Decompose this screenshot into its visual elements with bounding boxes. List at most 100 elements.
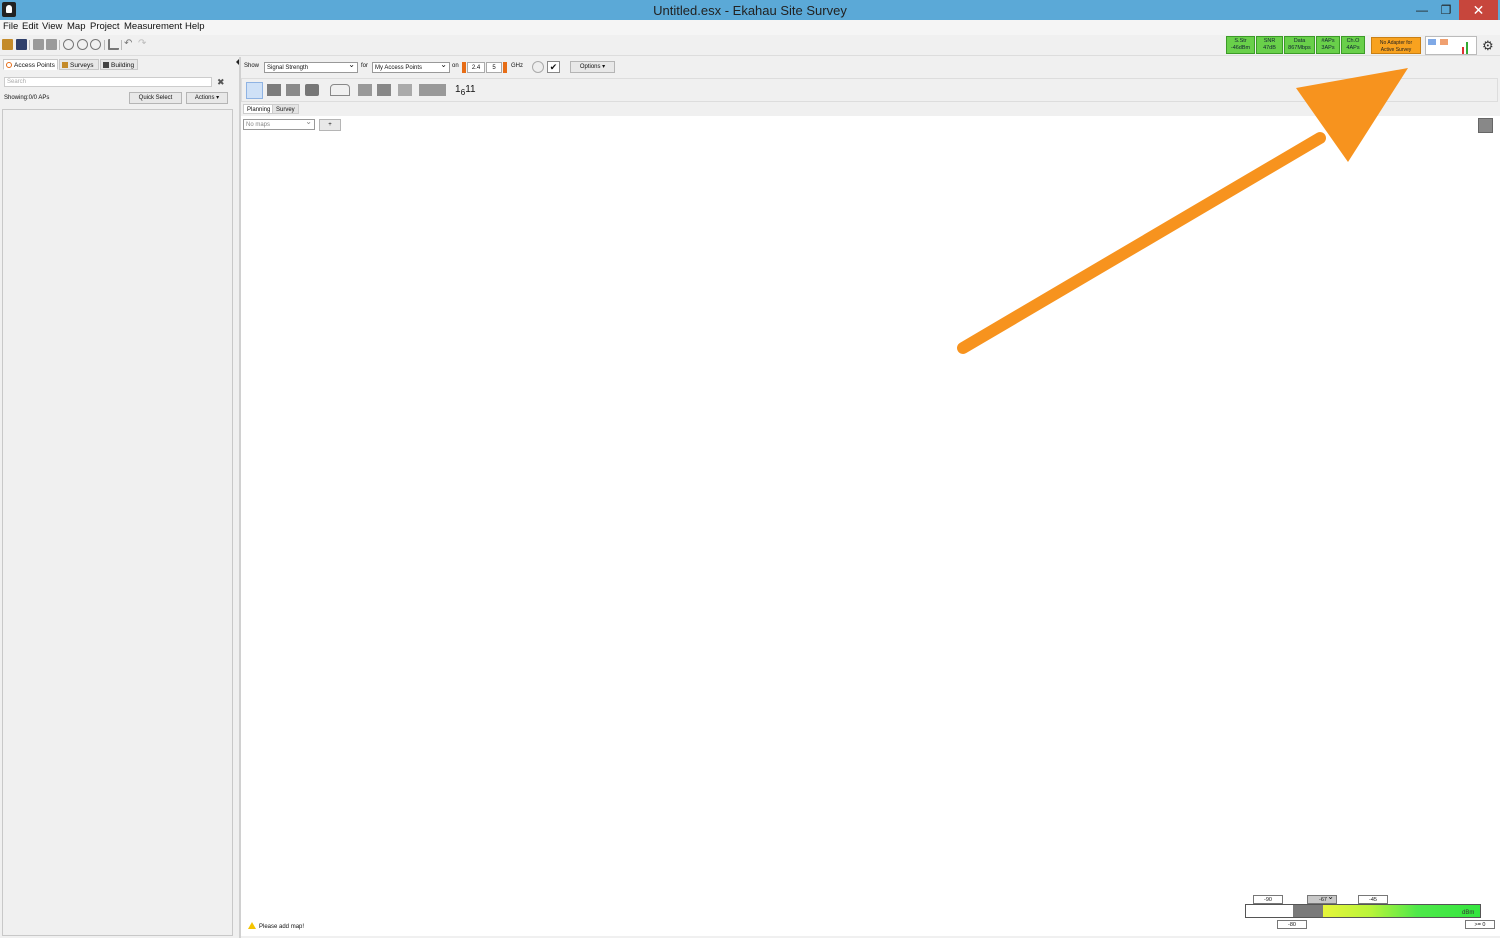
zoom-in-icon[interactable] (77, 39, 88, 50)
ghz-label: GHz (511, 63, 523, 69)
menu-bar: File Edit View Map Project Measurement H… (0, 20, 1500, 35)
status-value: 4APs (1346, 45, 1360, 51)
visualization-select[interactable]: Signal Strength (264, 60, 358, 73)
status-label: #APs (1321, 38, 1335, 44)
tab-planning[interactable]: Planning (243, 104, 275, 114)
brick-wall-icon[interactable] (286, 84, 300, 96)
adapter-status[interactable]: No Adapter for Active Survey (1371, 37, 1421, 54)
undo-icon[interactable]: ↶ (124, 39, 135, 50)
tab-building[interactable]: Building (100, 59, 138, 70)
print-icon[interactable] (46, 39, 57, 50)
delete-areas-icon[interactable] (419, 84, 446, 96)
status-value: 867Mbps (1288, 45, 1311, 51)
refresh-icon[interactable] (532, 61, 544, 73)
map-tools: 1611 (241, 78, 1498, 102)
for-label: for (361, 63, 369, 69)
signal-bar-icon (1462, 47, 1464, 54)
menu-file[interactable]: File (3, 21, 18, 32)
options-button[interactable]: Options ▾ (570, 61, 615, 73)
wall-tool-icon[interactable] (267, 84, 281, 96)
attenuation-area-icon[interactable] (358, 84, 372, 96)
tab-label: Access Points (14, 62, 55, 69)
chart-icon[interactable] (108, 39, 119, 50)
band-5-swatch (503, 62, 507, 73)
tab-survey[interactable]: Survey (272, 104, 299, 114)
minimize-button[interactable]: — (1410, 0, 1434, 20)
tab-access-points[interactable]: Access Points (3, 59, 58, 70)
open-icon[interactable] (2, 39, 13, 50)
survey-icon (62, 62, 68, 68)
actions-button[interactable]: Actions ▾ (186, 92, 228, 104)
legend-unit: dBm (1462, 910, 1475, 916)
toolbar-separator (59, 40, 60, 50)
checkbox-icon[interactable]: ✔ (547, 61, 560, 73)
legend-high-tag[interactable]: >= 0 (1465, 920, 1495, 929)
search-input[interactable]: Search (4, 77, 212, 87)
building-icon (103, 62, 109, 68)
on-label: on (452, 63, 459, 69)
menu-help[interactable]: Help (185, 21, 205, 32)
ap-count-status[interactable]: #APs 3APs (1316, 36, 1340, 54)
status-value: 47dB (1263, 45, 1276, 51)
redo-icon[interactable]: ↷ (138, 39, 149, 50)
status-label: SNR (1263, 38, 1276, 44)
export-icon[interactable] (33, 39, 44, 50)
band-24-toggle[interactable]: 2.4 (467, 62, 485, 73)
data-rate-status[interactable]: Data 867Mbps (1284, 36, 1315, 54)
show-label: Show (244, 63, 260, 69)
zoom-out-icon[interactable] (90, 39, 101, 50)
legend-low-tag[interactable]: -80 (1277, 920, 1307, 929)
channel-tool-icon[interactable]: 1611 (455, 84, 482, 97)
area-tool-icon[interactable] (330, 84, 350, 96)
title-bar: Untitled.esx - Ekahau Site Survey — ❐ ✕ (0, 0, 1500, 20)
zoom-fit-icon[interactable] (63, 39, 74, 50)
visualization-controls: Show Signal Strength for My Access Point… (241, 57, 1500, 77)
access-point-icon (6, 62, 12, 68)
clear-search-icon[interactable]: ✖ (217, 77, 225, 88)
tab-label: Surveys (70, 62, 94, 69)
gear-icon[interactable]: ⚙ (1482, 38, 1494, 54)
close-button[interactable]: ✕ (1459, 0, 1498, 20)
menu-map[interactable]: Map (67, 21, 85, 32)
tab-surveys[interactable]: Surveys (59, 59, 99, 70)
menu-measurement[interactable]: Measurement (124, 21, 182, 32)
menu-edit[interactable]: Edit (22, 21, 38, 32)
legend-grey-segment (1293, 905, 1323, 917)
band-24-swatch (462, 62, 466, 73)
tab-label: Building (111, 62, 135, 69)
map-canvas[interactable] (241, 116, 1500, 936)
band-indicator[interactable] (1425, 36, 1477, 55)
signal-strength-status[interactable]: S.Str -46dBm (1226, 36, 1255, 54)
legend-min-tag[interactable]: -90 (1253, 895, 1283, 904)
status-value: -46dBm (1230, 45, 1251, 51)
channel-overlap-status[interactable]: Ch.O 4APs (1341, 36, 1365, 54)
status-label: S.Str (1234, 38, 1247, 44)
band-5-toggle[interactable]: 5 (486, 62, 502, 73)
delete-walls-icon[interactable] (398, 84, 412, 96)
menu-view[interactable]: View (42, 21, 62, 32)
window-title: Untitled.esx - Ekahau Site Survey (653, 3, 847, 18)
restore-button[interactable]: ❐ (1434, 0, 1458, 20)
add-map-button[interactable]: + (319, 119, 341, 131)
access-point-list[interactable] (2, 109, 233, 936)
band-5-icon (1440, 39, 1448, 45)
map-select[interactable]: No maps (243, 117, 315, 130)
showing-count: Showing:0/0 APs (4, 95, 50, 101)
legend-gradient (1323, 905, 1480, 917)
ap-filter-select[interactable]: My Access Points (372, 60, 450, 73)
snr-status[interactable]: SNR 47dB (1256, 36, 1283, 54)
save-icon[interactable] (16, 39, 27, 50)
menu-project[interactable]: Project (90, 21, 120, 32)
door-tool-icon[interactable] (305, 84, 319, 96)
select-tool-icon[interactable] (246, 82, 263, 99)
legend-max-tag[interactable]: -45 (1358, 895, 1388, 904)
legend-mid-tag[interactable]: -67 (1307, 893, 1337, 904)
quick-select-button[interactable]: Quick Select (129, 92, 182, 104)
status-label: Ch.O (1346, 38, 1360, 44)
toolbar-separator (104, 40, 105, 50)
toolbar-separator (121, 40, 122, 50)
adapter-line2: Active Survey (1380, 46, 1412, 53)
shelf-tool-icon[interactable] (377, 84, 391, 96)
minimap-toggle-icon[interactable] (1478, 118, 1493, 133)
warning-text: Please add map! (259, 924, 305, 930)
